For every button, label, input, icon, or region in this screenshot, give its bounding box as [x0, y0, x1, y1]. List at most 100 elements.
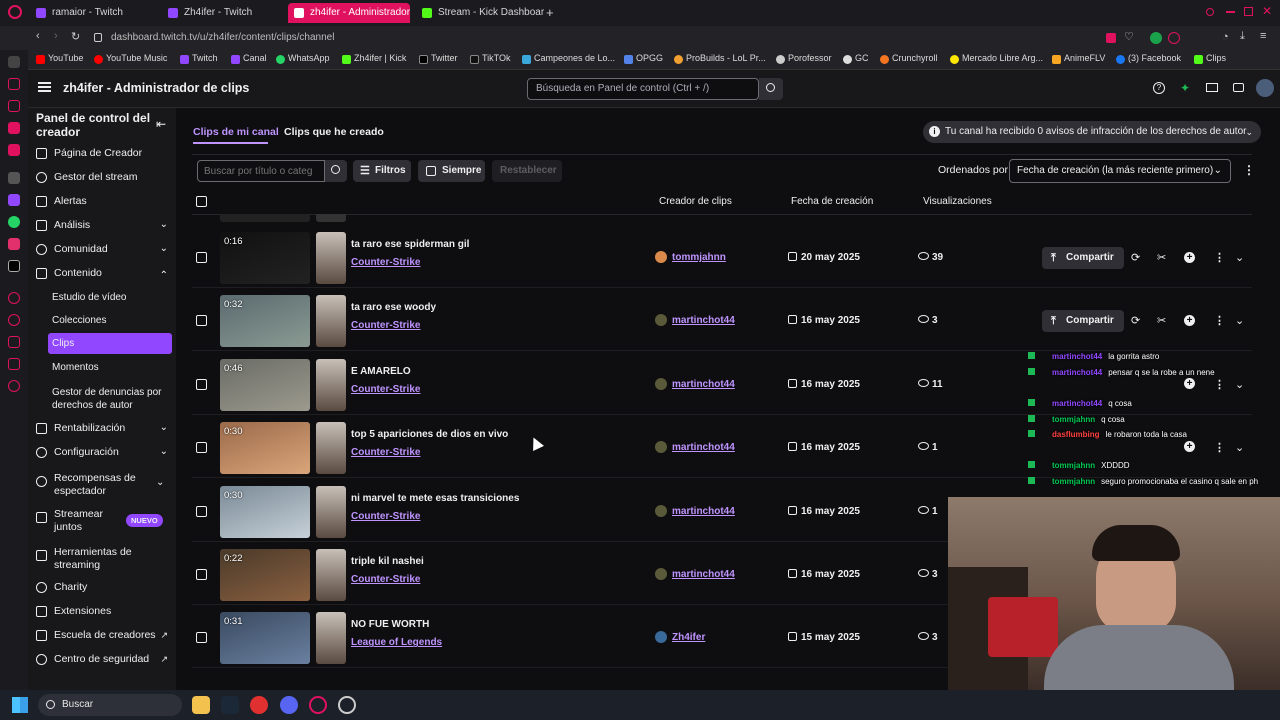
- sidebar-subitem-moments[interactable]: Momentos: [52, 361, 172, 374]
- bookmark[interactable]: Twitch: [180, 53, 218, 64]
- clip-game-link[interactable]: Counter-Strike: [351, 511, 420, 522]
- bookmark[interactable]: Mercado Libre Arg...: [950, 53, 1043, 64]
- bookmark[interactable]: TikTOk: [470, 53, 511, 64]
- discord-icon[interactable]: [280, 696, 298, 714]
- more-options-icon[interactable]: ⋮: [1214, 378, 1225, 391]
- column-header-views[interactable]: Visualizaciones: [923, 196, 992, 207]
- browser-tab[interactable]: ramaior - Twitch: [30, 3, 160, 23]
- bookmark[interactable]: OPGG: [624, 53, 663, 64]
- clip-creator-link[interactable]: martinchot44: [672, 379, 735, 390]
- clip-game-link[interactable]: Counter-Strike: [351, 257, 420, 268]
- sidebar-subitem-video-studio[interactable]: Estudio de vídeo: [52, 291, 172, 304]
- clip-thumbnail[interactable]: 0:32: [220, 295, 310, 348]
- sparkle-icon[interactable]: ✦: [1180, 81, 1190, 95]
- extension-icon[interactable]: [1168, 32, 1180, 44]
- clip-search-button[interactable]: [325, 160, 347, 182]
- vpn-icon[interactable]: [1150, 32, 1162, 44]
- scissors-icon[interactable]: ✂: [1157, 314, 1166, 327]
- app-icon[interactable]: [8, 172, 20, 184]
- shopping-icon[interactable]: [8, 100, 20, 112]
- share-button[interactable]: ⤒ Compartir: [1042, 310, 1124, 333]
- browser-tab-active[interactable]: zh4ifer - Administrador d: [288, 3, 410, 23]
- more-options-icon[interactable]: ⋮: [1214, 251, 1225, 264]
- menu-icon[interactable]: ≡: [1260, 30, 1266, 42]
- sidebar-item-alerts[interactable]: Alertas: [36, 190, 172, 212]
- clip-thumbnail[interactable]: 0:30: [220, 485, 310, 538]
- row-checkbox[interactable]: [196, 505, 207, 517]
- bookmark[interactable]: Clips: [1194, 53, 1226, 64]
- clip-creator-link[interactable]: Zh4ifer: [672, 632, 705, 643]
- tab-my-channel-clips[interactable]: Clips de mi canal: [193, 126, 279, 138]
- back-icon[interactable]: ‹: [36, 30, 40, 42]
- row-checkbox[interactable]: [196, 569, 207, 580]
- browser-tab[interactable]: Zh4ifer - Twitch: [162, 3, 286, 23]
- tab-clips-i-created[interactable]: Clips que he creado: [284, 126, 384, 138]
- whatsapp-icon[interactable]: [8, 216, 20, 228]
- add-icon[interactable]: +: [1184, 252, 1195, 263]
- table-row[interactable]: 0:32 ta raro ese woody Counter-Strike marti…: [192, 291, 1252, 352]
- chevron-down-icon[interactable]: ⌄: [1235, 378, 1244, 391]
- clip-creator-link[interactable]: martinchot44: [672, 506, 735, 517]
- sidebar-subitem-copyright[interactable]: Gestor de denuncias por derechos de auto…: [52, 386, 172, 412]
- sidebar-subitem-collections[interactable]: Colecciones: [52, 314, 172, 327]
- file-explorer-icon[interactable]: [192, 696, 210, 714]
- browser-tab[interactable]: Stream - Kick Dashboard: [416, 3, 544, 23]
- extension-icon[interactable]: [8, 122, 20, 134]
- maximize-icon[interactable]: [1244, 7, 1253, 16]
- minimize-icon[interactable]: [1226, 11, 1235, 13]
- clip-thumbnail[interactable]: 0:31: [220, 612, 310, 665]
- time-range-button[interactable]: Siempre: [418, 160, 485, 182]
- sidebar-item-charity[interactable]: Charity: [36, 576, 172, 598]
- table-row[interactable]: 0:16 ta raro ese spiderman gil Counter-Str…: [192, 228, 1252, 288]
- taskbar-search[interactable]: Buscar: [38, 694, 182, 716]
- more-options-icon[interactable]: ⋮: [1214, 441, 1225, 454]
- clip-search-input[interactable]: [197, 160, 325, 182]
- scissors-icon[interactable]: ✂: [1157, 251, 1166, 264]
- bookmark[interactable]: YouTube: [36, 53, 83, 64]
- sidebar-item-stream-manager[interactable]: Gestor del stream: [36, 166, 172, 188]
- reset-button[interactable]: Restablecer: [492, 160, 562, 182]
- dashboard-search-input[interactable]: Búsqueda en Panel de control (Ctrl + /): [527, 78, 759, 100]
- sort-select[interactable]: Fecha de creación (la más reciente prime…: [1009, 159, 1231, 183]
- bookmark[interactable]: Twitter: [419, 53, 458, 64]
- windows-start-icon[interactable]: [12, 697, 28, 713]
- clip-game-link[interactable]: Counter-Strike: [351, 320, 420, 331]
- clip-creator-link[interactable]: martinchot44: [672, 315, 735, 326]
- clip-game-link[interactable]: Counter-Strike: [351, 384, 420, 395]
- sidebar-item-extensions[interactable]: Extensiones: [36, 600, 172, 622]
- reload-icon[interactable]: ↻: [71, 30, 80, 43]
- hamburger-menu-icon[interactable]: [38, 82, 51, 92]
- clip-thumbnail[interactable]: 0:16: [220, 232, 310, 284]
- sidebar-item-content[interactable]: Contenido ⌃: [36, 262, 172, 284]
- sidebar-item-community[interactable]: Comunidad ⌄: [36, 238, 172, 260]
- bookmark[interactable]: Campeones de Lo...: [522, 53, 615, 64]
- clip-thumbnail[interactable]: 0:22: [220, 549, 310, 601]
- select-all-checkbox[interactable]: [196, 196, 207, 207]
- chat-icon[interactable]: [1233, 83, 1244, 92]
- aria-icon[interactable]: [8, 78, 20, 90]
- add-icon[interactable]: +: [1184, 441, 1195, 453]
- opera-icon[interactable]: [309, 696, 327, 714]
- sidebar-item-creator-page[interactable]: Página de Creador: [36, 142, 172, 164]
- bookmark[interactable]: YouTube Music: [94, 53, 167, 64]
- sidebar-subitem-clips[interactable]: Clips: [48, 333, 172, 354]
- row-checkbox[interactable]: [196, 442, 207, 454]
- sidebar-item-settings[interactable]: Configuración ⌄: [36, 441, 172, 463]
- copyright-notice[interactable]: i Tu canal ha recibido 0 avisos de infra…: [923, 121, 1261, 143]
- add-icon[interactable]: +: [1184, 315, 1195, 327]
- rotate-icon[interactable]: ⟳: [1131, 314, 1140, 327]
- row-checkbox[interactable]: [196, 632, 207, 644]
- chevron-down-icon[interactable]: ⌄: [1235, 314, 1244, 327]
- bookmark[interactable]: Porofessor: [776, 53, 832, 64]
- bookmark[interactable]: Canal: [231, 53, 267, 64]
- search-tabs-icon[interactable]: [1206, 8, 1214, 16]
- search-button[interactable]: [759, 78, 783, 100]
- x-icon[interactable]: [8, 260, 20, 272]
- pin-icon[interactable]: [8, 358, 20, 370]
- sidebar-item-stream-together[interactable]: Streamear juntos: [36, 506, 116, 536]
- help-icon[interactable]: ?: [1153, 82, 1165, 94]
- sidebar-item-viewer-rewards[interactable]: Recompensas de espectador: [36, 470, 148, 500]
- heart-icon[interactable]: ♡: [1124, 30, 1134, 43]
- clip-creator-link[interactable]: martinchot44: [672, 569, 735, 580]
- extension-icon[interactable]: [1106, 33, 1116, 43]
